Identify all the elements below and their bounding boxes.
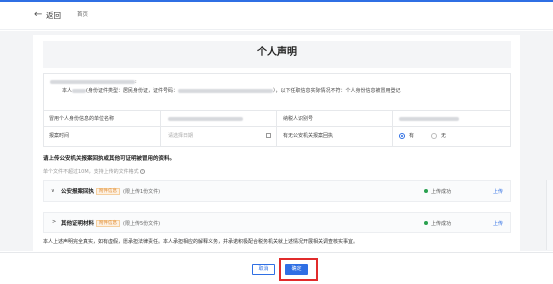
upload-limit: (限上传1份文件) bbox=[123, 189, 161, 195]
upload-hint-text: 单个文件不超过10M，支持上传的文件格式 bbox=[43, 169, 139, 175]
cancel-button[interactable]: 取消 bbox=[252, 264, 275, 275]
breadcrumb-home[interactable]: 首页 bbox=[77, 12, 88, 19]
employer-value bbox=[168, 117, 243, 121]
commitment-text: 本人上述声明完全真实，如有虚假，愿承担法律责任。本人承担相应的解释义务，并承诺积… bbox=[43, 239, 359, 245]
confirm-highlight-box bbox=[279, 258, 318, 281]
radio-no-label: 无 bbox=[441, 133, 447, 139]
upload-item-title: 其他证明材料 bbox=[61, 221, 95, 227]
chevron-down-icon[interactable]: ∨ bbox=[51, 188, 55, 194]
column-divider bbox=[276, 110, 277, 147]
declaration-prefix: 本人 bbox=[62, 88, 73, 94]
declaration-greeting: : bbox=[50, 79, 137, 85]
redacted-authority-name bbox=[50, 79, 135, 84]
attachment-tag: 附件信息 bbox=[96, 220, 120, 227]
calendar-icon[interactable] bbox=[266, 133, 271, 138]
taxpayer-id-value bbox=[399, 117, 459, 121]
chevron-right-icon[interactable]: > bbox=[52, 219, 56, 225]
page-header: ← 返回 首页 bbox=[0, 2, 553, 30]
report-time-label: 报案时间 bbox=[49, 133, 70, 139]
declaration-suffix: ），以下任职信息实际情况不符：个人身份信息被冒用登记 bbox=[272, 88, 401, 94]
declaration-id-type: (身份证件类型：居民身份证，证件号码： bbox=[86, 88, 178, 94]
upload-instruction: 请上传公安机关报案回执或其他可证明被冒用的资料。 bbox=[43, 156, 176, 162]
row-divider bbox=[44, 110, 511, 111]
greeting-suffix: : bbox=[135, 79, 137, 85]
row-divider bbox=[44, 126, 511, 127]
info-icon[interactable]: i bbox=[140, 169, 146, 174]
footer-bar bbox=[0, 252, 553, 284]
attachment-tag: 附件信息 bbox=[96, 188, 120, 195]
back-link[interactable]: 返回 bbox=[46, 11, 61, 20]
receipt-label: 有无公安机关报案回执 bbox=[283, 133, 334, 139]
upload-button[interactable]: 上传 bbox=[493, 188, 503, 195]
employer-label: 冒用个人身份信息的单位名称 bbox=[49, 116, 115, 122]
redacted-id-number bbox=[177, 88, 273, 93]
upload-hint: 单个文件不超过10M，支持上传的文件格式 i bbox=[43, 168, 146, 175]
radio-yes-label: 有 bbox=[409, 133, 415, 139]
declaration-text: 本人 (身份证件类型：居民身份证，证件号码： ），以下任职信息实际情况不符：个人身份… bbox=[62, 87, 400, 94]
scrollbar[interactable] bbox=[546, 180, 553, 250]
upload-button[interactable]: 上传 bbox=[493, 220, 503, 227]
date-input[interactable]: 请选择日期 bbox=[168, 133, 193, 139]
upload-status: 上传成功 bbox=[431, 189, 452, 195]
back-arrow-icon[interactable]: ← bbox=[34, 10, 42, 20]
upload-status: 上传成功 bbox=[431, 221, 452, 227]
radio-no[interactable] bbox=[431, 133, 437, 139]
success-dot-icon bbox=[424, 221, 428, 225]
column-divider bbox=[392, 110, 393, 147]
success-dot-icon bbox=[424, 189, 428, 193]
taxpayer-id-label: 纳税人识别号 bbox=[283, 116, 314, 122]
upload-item-title: 公安报案回执 bbox=[61, 189, 95, 195]
radio-yes[interactable] bbox=[399, 133, 405, 139]
column-divider bbox=[160, 110, 161, 147]
redacted-name bbox=[72, 88, 87, 93]
page-title: 个人声明 bbox=[257, 47, 297, 58]
upload-limit: (限上传5份文件) bbox=[123, 221, 161, 227]
